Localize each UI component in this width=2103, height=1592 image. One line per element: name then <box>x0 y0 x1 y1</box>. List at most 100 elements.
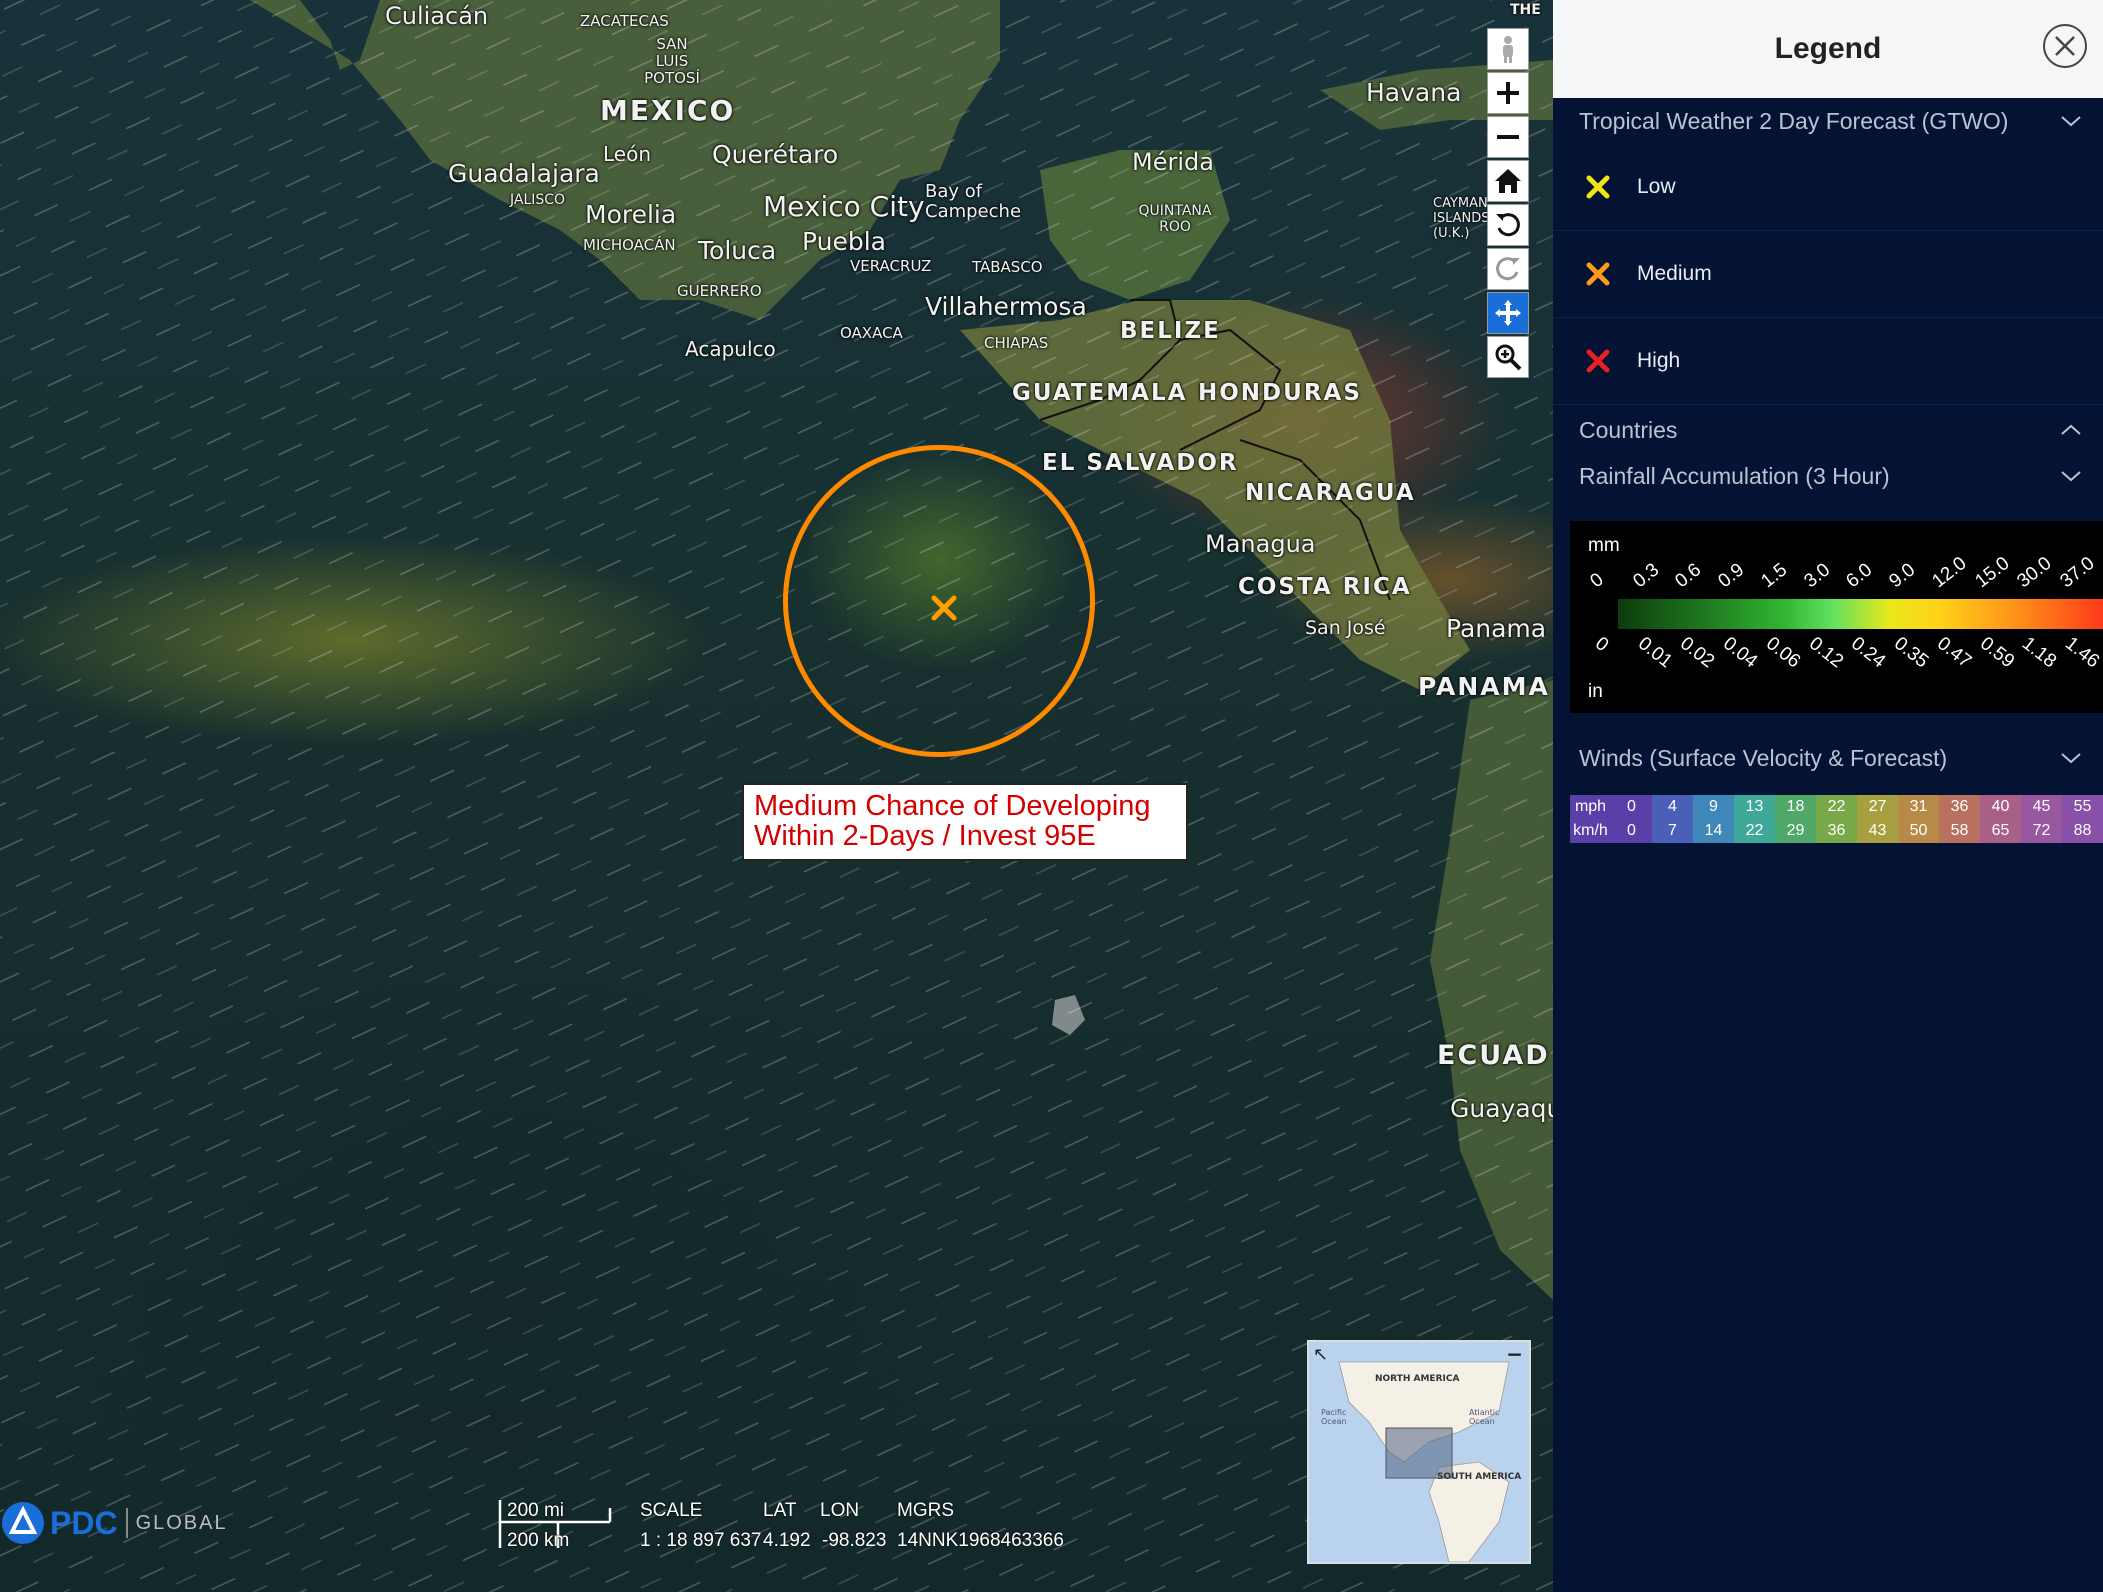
rainfall-mm-tick: 30.0 <box>2013 552 2056 593</box>
section-title-gtwo: Tropical Weather 2 Day Forecast (GTWO) <box>1579 107 2009 134</box>
minimap-collapse-icon[interactable]: − <box>1506 1342 1523 1366</box>
section-title-rainfall: Rainfall Accumulation (3 Hour) <box>1579 462 1890 489</box>
rainfall-mm-tick: 3.0 <box>1800 559 1834 593</box>
wind-kmh-value: 29 <box>1775 819 1816 843</box>
label-guayaquil: Guayaqu <box>1450 1094 1553 1123</box>
label-nicaragua: NICARAGUA <box>1245 480 1416 506</box>
wind-mph-value: 22 <box>1816 795 1857 819</box>
rainfall-in-tick: 0.12 <box>1804 633 1847 673</box>
rainfall-in-tick: 0.47 <box>1932 633 1975 673</box>
rainfall-unit-mm: mm <box>1588 535 1620 556</box>
rainfall-in-tick: 0.04 <box>1719 633 1762 673</box>
legend-item-label: Medium <box>1637 262 1712 285</box>
wind-kmh-value: 58 <box>1939 819 1980 843</box>
lat-label: LAT <box>763 1500 797 1521</box>
label-chiapas: CHIAPAS <box>984 334 1049 352</box>
lat-value: 4.192 <box>763 1530 811 1551</box>
zoom-out-button[interactable] <box>1487 116 1529 158</box>
overview-minimap[interactable]: ↖ − NORTH AMERICA Pacific Ocean Atlantic… <box>1307 1340 1531 1564</box>
wind-kmh-value: 7 <box>1652 819 1693 843</box>
rainfall-mm-tick: 0.9 <box>1714 559 1749 593</box>
pdc-brand: PDC <box>50 1504 118 1541</box>
rainfall-mm-tick: 1.5 <box>1757 559 1792 593</box>
wind-speed-scale: mph 0 4 9 13 18 22 27 31 36 40 45 55 km/h 0 7 14 22 29 36 43… <box>1570 795 2103 843</box>
streetview-button[interactable] <box>1487 28 1529 70</box>
label-managua: Managua <box>1205 530 1316 558</box>
rainfall-mm-tick: 0.3 <box>1629 559 1663 593</box>
label-tabasco: TABASCO <box>972 258 1043 276</box>
minimap-label-atlantic: Atlantic Ocean <box>1469 1408 1500 1426</box>
rainfall-mm-tick: 12.0 <box>1928 552 1971 593</box>
map-canvas[interactable]: Culiacán ZACATECAS SAN LUIS POTOSÍ MEXIC… <box>0 0 1553 1592</box>
rainfall-mm-tick: 0.6 <box>1671 559 1706 593</box>
section-title-countries: Countries <box>1579 416 1678 443</box>
label-panama-city: Panama <box>1446 614 1547 643</box>
label-toluca: Toluca <box>698 236 777 265</box>
rainfall-in-tick: 0.02 <box>1676 633 1719 673</box>
wind-unit-mph: mph <box>1570 795 1611 819</box>
redo-button[interactable] <box>1487 248 1529 290</box>
medium-x-icon <box>1586 262 1610 286</box>
label-merida: Mérida <box>1132 148 1214 176</box>
legend-section-rainfall[interactable]: Rainfall Accumulation (3 Hour) <box>1553 453 2103 499</box>
legend-item-medium: Medium <box>1553 231 2103 318</box>
legend-section-countries[interactable]: Countries <box>1553 407 2103 453</box>
legend-section-winds[interactable]: Winds (Surface Velocity & Forecast) <box>1553 735 2103 781</box>
mgrs-value: 14NNK1968463366 <box>897 1530 1064 1551</box>
label-cayman: CAYMAN ISLANDS (U.K.) <box>1433 196 1490 241</box>
scale-bar-mi: 200 mi <box>507 1500 565 1521</box>
legend-section-gtwo[interactable]: Tropical Weather 2 Day Forecast (GTWO) <box>1553 98 2103 144</box>
forecast-callout: Medium Chance of Developing Within 2-Day… <box>742 783 1188 861</box>
legend-item-label: High <box>1637 349 1681 372</box>
pdc-logo-icon <box>2 1502 44 1544</box>
pan-button[interactable] <box>1487 292 1529 334</box>
label-michoacan: MICHOACÁN <box>583 236 676 254</box>
scale-value: 1 : 18 897 637 <box>640 1530 762 1551</box>
streetview-icon <box>1503 36 1513 63</box>
wind-mph-value: 31 <box>1898 795 1939 819</box>
wind-mph-value: 27 <box>1857 795 1898 819</box>
minimap-label-pacific: Pacific Ocean <box>1321 1408 1347 1426</box>
minimap-expand-icon[interactable]: ↖ <box>1313 1344 1328 1365</box>
chevron-down-icon <box>2061 753 2081 764</box>
legend-title: Legend <box>1774 32 1882 65</box>
wind-mph-value: 18 <box>1775 795 1816 819</box>
storm-medium-marker-icon[interactable] <box>930 594 958 622</box>
label-acapulco: Acapulco <box>685 337 776 361</box>
rainfall-mm-tick: 6.0 <box>1842 559 1877 593</box>
rainfall-in-tick: 0.06 <box>1761 633 1805 673</box>
wind-kmh-value: 72 <box>2021 819 2062 843</box>
wind-mph-value: 13 <box>1734 795 1775 819</box>
scale-label: SCALE <box>640 1500 703 1521</box>
minimap-label-south-america: SOUTH AMERICA <box>1437 1472 1522 1482</box>
zoom-box-button[interactable] <box>1487 336 1529 378</box>
zoom-box-icon <box>1495 344 1522 371</box>
section-title-winds: Winds (Surface Velocity & Forecast) <box>1579 744 1948 771</box>
legend-close-button[interactable] <box>2043 24 2087 68</box>
chevron-down-icon <box>2061 116 2081 127</box>
home-button[interactable] <box>1487 160 1529 202</box>
callout-line-2: Within 2-Days / Invest 95E <box>754 820 1096 852</box>
wind-mph-value: 36 <box>1939 795 1980 819</box>
wind-kmh-value: 14 <box>1693 819 1734 843</box>
wind-kmh-value: 43 <box>1857 819 1898 843</box>
home-icon <box>1495 169 1521 193</box>
rainfall-mm-tick: 15.0 <box>1970 552 2014 593</box>
legend-panel: Legend Tropical Weather 2 Day Forecast (… <box>1553 0 2103 1592</box>
lon-value: -98.823 <box>822 1530 887 1551</box>
wind-mph-value: 45 <box>2021 795 2062 819</box>
zoom-in-icon <box>1497 82 1519 104</box>
rainfall-in-tick: 0.35 <box>1890 633 1933 673</box>
zoom-in-button[interactable] <box>1487 72 1529 114</box>
legend-item-low: Low <box>1553 144 2103 231</box>
undo-button[interactable] <box>1487 204 1529 246</box>
rainfall-unit-in: in <box>1588 681 1603 702</box>
wind-mph-value: 40 <box>1980 795 2021 819</box>
scale-bar-km: 200 km <box>507 1530 570 1551</box>
chevron-up-icon <box>2061 424 2081 435</box>
label-veracruz: VERACRUZ <box>850 257 932 275</box>
wind-mph-value: 55 <box>2062 795 2103 819</box>
redo-icon <box>1496 257 1520 281</box>
label-costa-rica: COSTA RICA <box>1238 574 1412 600</box>
wind-unit-kmh: km/h <box>1570 819 1611 843</box>
